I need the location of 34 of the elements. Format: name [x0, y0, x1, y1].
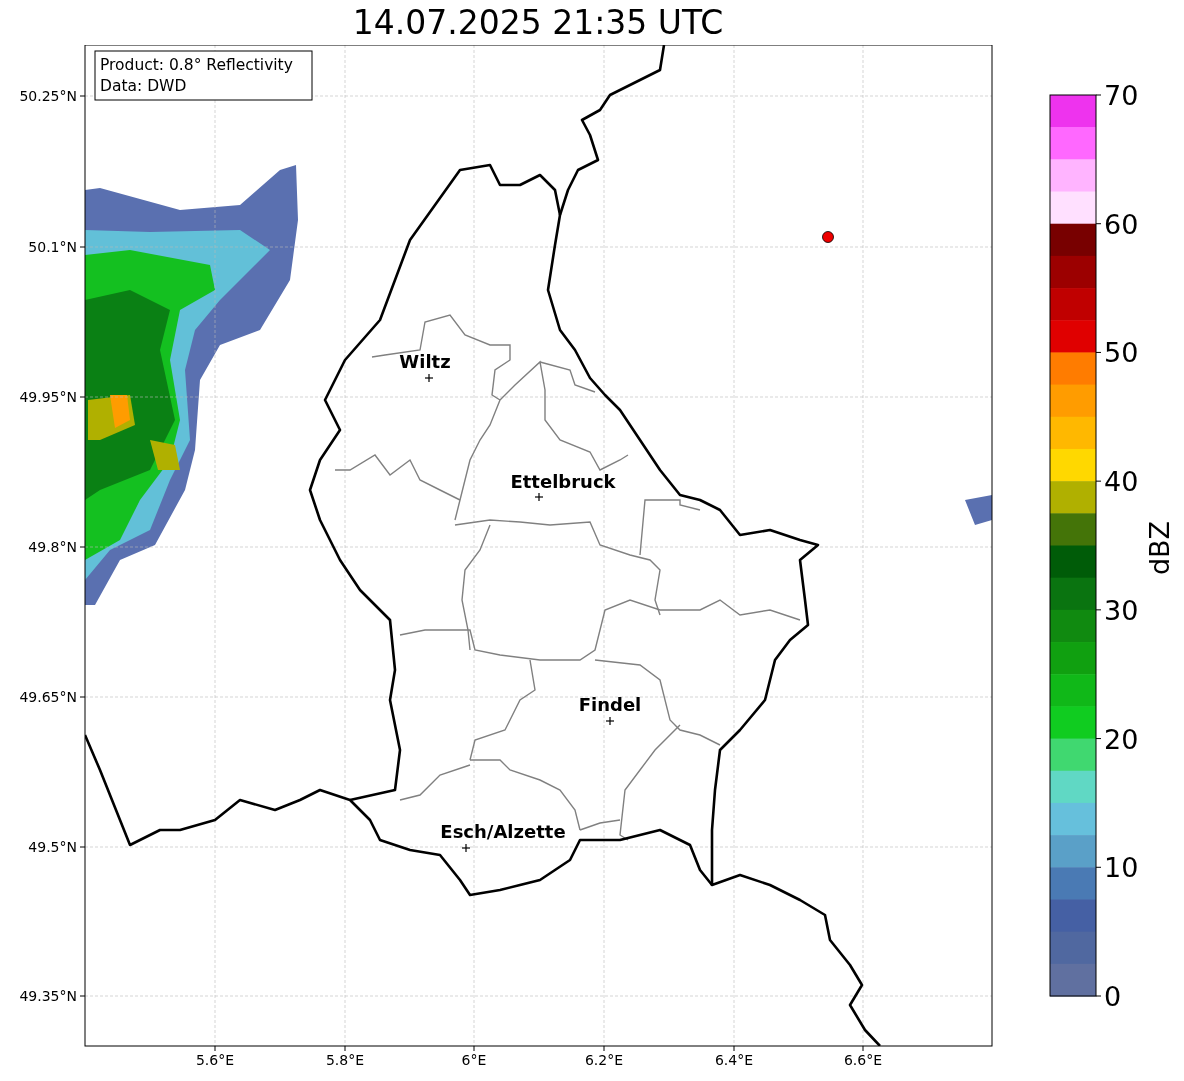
city-marker-icon — [424, 373, 434, 383]
city-label: Findel — [578, 694, 642, 715]
latitude-label: 49.65°N — [19, 689, 77, 705]
legend-text: Data: DWD — [100, 77, 187, 95]
colorbar-tick-label: 50 — [1104, 337, 1139, 369]
latitude-label: 50.25°N — [19, 88, 77, 104]
colorbar-label: dBZ — [1144, 520, 1175, 576]
longitude-label: 6°E — [461, 1052, 487, 1068]
longitude-label: 6.2°E — [584, 1052, 624, 1068]
city-marker-icon — [534, 492, 544, 502]
colorbar-tick-label: 40 — [1104, 466, 1139, 498]
chart-title: 14.07.2025 21:35 UTC — [352, 3, 724, 42]
colorbar-tick-label: 0 — [1104, 981, 1122, 1012]
colorbar-tick-label: 30 — [1104, 594, 1139, 626]
latitude-label: 50.1°N — [28, 239, 77, 255]
colorbar-tick-label: 10 — [1104, 852, 1139, 884]
colorbar-tick-label: 20 — [1104, 723, 1139, 755]
point-marker — [822, 231, 834, 243]
longitude-label: 6.4°E — [714, 1052, 754, 1068]
city-marker-icon — [461, 843, 471, 853]
latitude-label: 49.5°N — [28, 839, 77, 855]
legend-text: Product: 0.8° Reflectivity — [100, 56, 293, 74]
longitude-label: 6.6°E — [843, 1052, 883, 1068]
colorbar-tick-label: 60 — [1104, 208, 1139, 240]
latitude-label: 49.35°N — [19, 988, 77, 1004]
latitude-label: 49.8°N — [28, 539, 77, 555]
city-label: Esch/Alzette — [440, 821, 566, 842]
city-label: Ettelbruck — [510, 471, 616, 492]
city-marker-icon — [605, 716, 615, 726]
latitude-label: 49.95°N — [19, 389, 77, 405]
colorbar-tick-label: 70 — [1104, 80, 1139, 111]
longitude-label: 5.8°E — [325, 1052, 365, 1068]
city-label: Wiltz — [399, 351, 451, 372]
longitude-label: 5.6°E — [195, 1052, 235, 1068]
